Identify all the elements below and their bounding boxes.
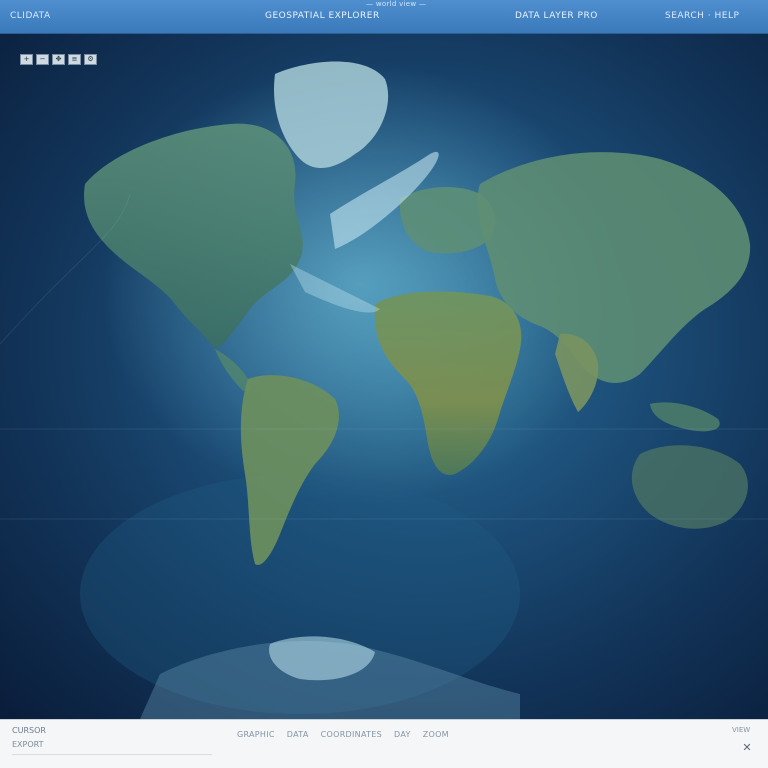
top-menu-links[interactable]: SEARCH · HELP	[665, 11, 739, 21]
close-icon[interactable]: ✕	[741, 742, 753, 754]
app-title: CLIDATA	[10, 11, 51, 21]
pan-icon[interactable]: ✥	[52, 54, 65, 65]
status-items: GRAPHIC DATA COORDINATES DAY ZOOM	[237, 730, 449, 739]
view-subtitle: — world view —	[366, 0, 427, 8]
status-item-data[interactable]: DATA	[287, 730, 309, 739]
status-item-coordinates[interactable]: COORDINATES	[321, 730, 382, 739]
australia-landmass	[631, 445, 748, 529]
top-bar: CLIDATA — world view — GEOSPATIAL EXPLOR…	[0, 0, 768, 34]
status-bar: CURSOR EXPORT GRAPHIC DATA COORDINATES D…	[0, 719, 768, 768]
window-title: GEOSPATIAL EXPLORER	[265, 11, 380, 21]
export-link[interactable]: EXPORT	[12, 740, 44, 749]
status-divider	[12, 754, 212, 755]
map-toolbar: + − ✥ ≡ ⚙	[20, 54, 97, 66]
layers-icon[interactable]: ≡	[68, 54, 81, 65]
world-map[interactable]: + − ✥ ≡ ⚙	[0, 34, 768, 719]
southeast-asia-islands	[650, 402, 720, 432]
layer-title[interactable]: DATA LAYER PRO	[515, 11, 598, 21]
cursor-label: CURSOR	[12, 726, 46, 735]
zoom-in-icon[interactable]: +	[20, 54, 33, 65]
status-item-graphic[interactable]: GRAPHIC	[237, 730, 275, 739]
settings-icon[interactable]: ⚙	[84, 54, 97, 65]
status-item-day[interactable]: DAY	[394, 730, 411, 739]
status-item-zoom[interactable]: ZOOM	[423, 730, 449, 739]
map-canvas[interactable]	[0, 34, 768, 719]
zoom-out-icon[interactable]: −	[36, 54, 49, 65]
view-label: VIEW	[732, 726, 751, 734]
